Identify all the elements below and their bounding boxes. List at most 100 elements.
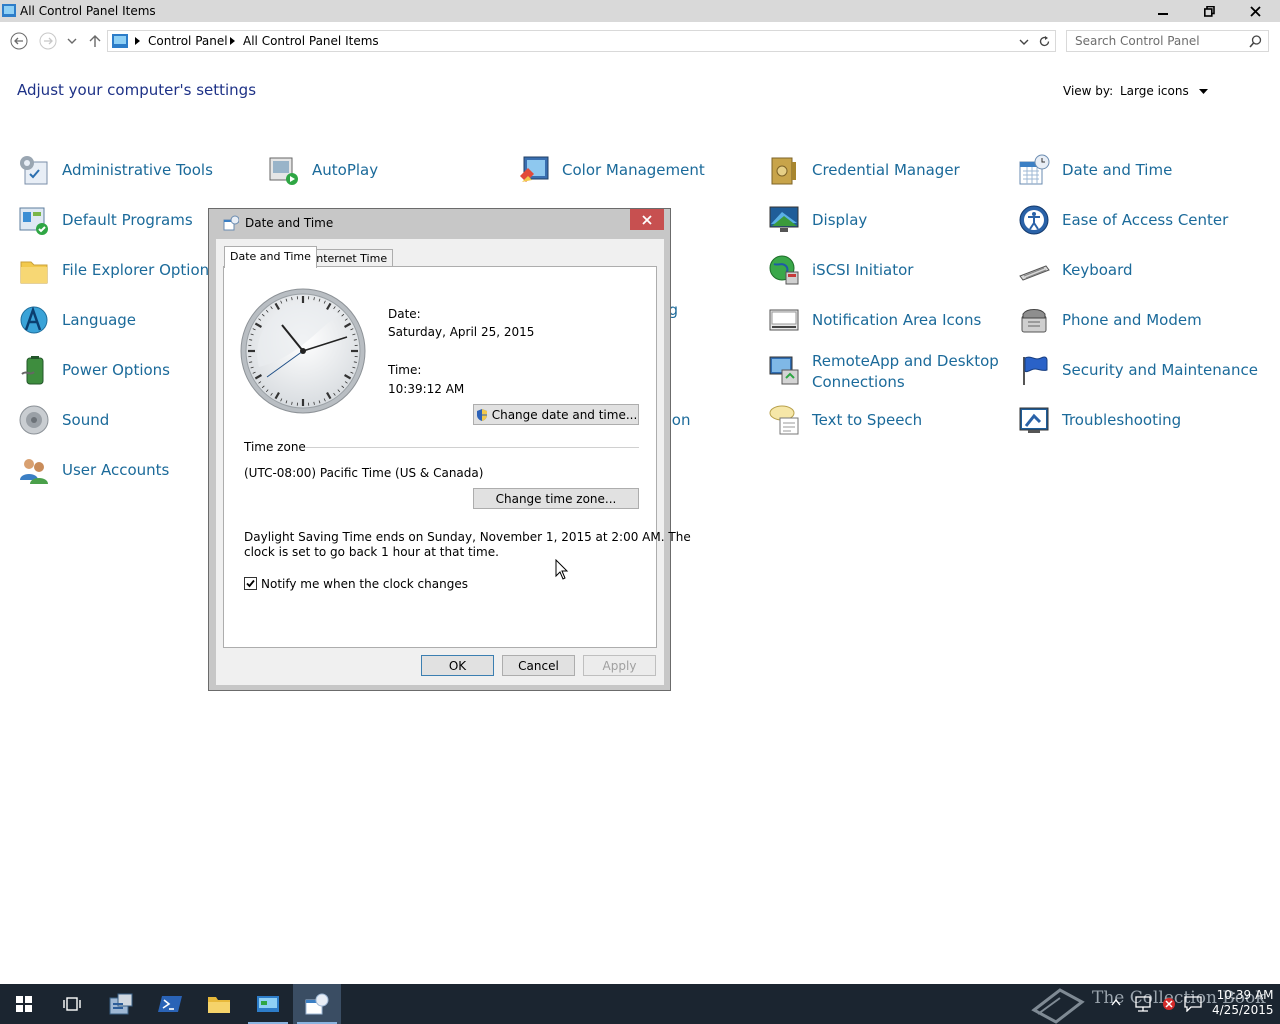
item-label: iSCSI Initiator — [812, 261, 914, 279]
calendar-clock-icon — [1019, 154, 1050, 185]
forward-arrow-icon — [39, 32, 57, 50]
item-label: Ease of Access Center — [1062, 211, 1229, 229]
breadcrumb-all-items[interactable]: All Control Panel Items — [243, 34, 379, 48]
item-label: User Accounts — [62, 461, 170, 479]
item-label: Notification Area Icons — [812, 311, 982, 329]
close-button[interactable] — [1232, 0, 1278, 22]
remote-desktop-icon — [769, 356, 799, 385]
restore-button[interactable] — [1186, 0, 1232, 22]
change-timezone-label: Change time zone... — [495, 491, 617, 506]
title-bar: All Control Panel Items — [0, 0, 1280, 22]
notify-checkbox[interactable] — [244, 577, 257, 590]
date-label: Date: — [388, 307, 421, 321]
timezone-header: Time zone — [244, 440, 306, 454]
task-view-button[interactable] — [48, 984, 96, 1024]
taskbar-control-panel[interactable] — [244, 984, 292, 1024]
breadcrumb-separator-icon — [230, 37, 235, 45]
chevron-down-icon — [1198, 89, 1208, 94]
action-center-icon[interactable] — [1184, 996, 1202, 1012]
view-by: View by: Large icons — [1063, 84, 1208, 98]
apply-button[interactable]: Apply — [583, 655, 656, 676]
item-label: Security and Maintenance — [1062, 361, 1258, 379]
clock-date: 4/25/2015 — [1212, 1003, 1274, 1017]
powershell-icon — [158, 996, 182, 1012]
tab-internet-time[interactable]: Internet Time — [307, 249, 394, 267]
search-input[interactable]: Search Control Panel — [1066, 30, 1269, 52]
item-label: Troubleshooting — [1062, 411, 1182, 429]
view-by-dropdown[interactable]: Large icons — [1120, 84, 1208, 98]
notify-label[interactable]: Notify me when the clock changes — [261, 577, 468, 591]
taskbar-date-time[interactable] — [293, 984, 341, 1024]
item-label: Sound — [62, 411, 110, 429]
date-time-icon — [305, 993, 329, 1015]
breadcrumb-separator-icon — [135, 37, 140, 45]
cancel-button[interactable]: Cancel — [502, 655, 575, 676]
recent-locations-button[interactable] — [62, 31, 82, 51]
forward-button[interactable] — [38, 31, 58, 51]
chevron-up-icon[interactable] — [1111, 998, 1121, 1006]
taskbar-powershell[interactable] — [146, 984, 194, 1024]
up-button[interactable] — [85, 31, 105, 51]
apply-label: Apply — [602, 658, 637, 673]
page-title: Adjust your computer's settings — [17, 81, 257, 99]
error-badge-icon[interactable] — [1162, 997, 1176, 1011]
address-bar[interactable]: Control Panel All Control Panel Items — [107, 30, 1056, 52]
change-timezone-button[interactable]: Change time zone... — [473, 488, 639, 509]
tab-label: Internet Time — [313, 252, 388, 265]
restore-icon — [1203, 5, 1215, 17]
folder-options-icon — [20, 261, 48, 284]
view-by-label: View by: — [1063, 84, 1114, 98]
item-label: Keyboard — [1062, 261, 1133, 279]
keyboard-icon — [1019, 265, 1050, 281]
taskbar-server-manager[interactable] — [97, 984, 145, 1024]
language-icon — [20, 306, 48, 334]
item-label: Administrative Tools — [62, 161, 213, 179]
item-label: Credential Manager — [812, 161, 960, 179]
date-time-icon — [223, 215, 239, 231]
autoplay-icon — [269, 157, 298, 185]
control-panel-icon — [112, 34, 128, 48]
minimize-button[interactable] — [1140, 0, 1186, 22]
breadcrumb-control-panel[interactable]: Control Panel — [148, 34, 228, 48]
item-label: Phone and Modem — [1062, 311, 1202, 329]
control-panel-icon — [257, 996, 279, 1012]
uac-shield-icon — [476, 408, 487, 421]
back-arrow-icon — [10, 32, 28, 50]
system-clock[interactable]: 10:39 AM 4/25/2015 — [1212, 988, 1274, 1018]
network-icon[interactable] — [1134, 995, 1154, 1013]
timezone-divider — [305, 447, 639, 448]
back-button[interactable] — [9, 31, 29, 51]
clock-time: 10:39 AM — [1216, 988, 1274, 1002]
tab-date-and-time[interactable]: Date and Time — [224, 246, 317, 268]
address-dropdown-icon[interactable] — [1019, 38, 1029, 46]
search-placeholder: Search Control Panel — [1075, 34, 1200, 48]
item-label: Color Management — [562, 161, 705, 179]
color-management-icon — [520, 156, 549, 182]
ease-of-access-icon — [1019, 205, 1049, 235]
book-watermark-icon — [1031, 988, 1085, 1024]
cancel-label: Cancel — [518, 658, 559, 673]
tab-label: Date and Time — [230, 250, 311, 263]
ok-button[interactable]: OK — [421, 655, 494, 676]
taskbar-file-explorer[interactable] — [195, 984, 243, 1024]
default-programs-icon — [19, 207, 48, 235]
item-label: AutoPlay — [312, 161, 379, 179]
dialog-close-button[interactable] — [630, 209, 664, 230]
search-icon[interactable] — [1249, 35, 1262, 48]
taskbar: The Collection Book 10:39 AM 4/25/2015 — [0, 984, 1280, 1024]
monitor-icon — [769, 206, 799, 232]
minimize-icon — [1158, 13, 1168, 15]
speech-bubble-icon — [769, 405, 799, 435]
checkmark-icon — [246, 579, 255, 588]
control-panel-icon — [2, 4, 16, 17]
change-date-time-button[interactable]: Change date and time... — [473, 404, 639, 425]
flag-icon — [1023, 356, 1048, 385]
close-icon — [1249, 5, 1261, 17]
start-button[interactable] — [0, 984, 48, 1024]
refresh-icon[interactable] — [1038, 35, 1051, 48]
time-label: Time: — [388, 363, 422, 377]
dst-info-line2: clock is set to go back 1 hour at that t… — [244, 545, 499, 559]
window-title: All Control Panel Items — [20, 4, 156, 18]
mouse-cursor-icon — [555, 559, 569, 580]
item-label: Language — [62, 311, 137, 329]
